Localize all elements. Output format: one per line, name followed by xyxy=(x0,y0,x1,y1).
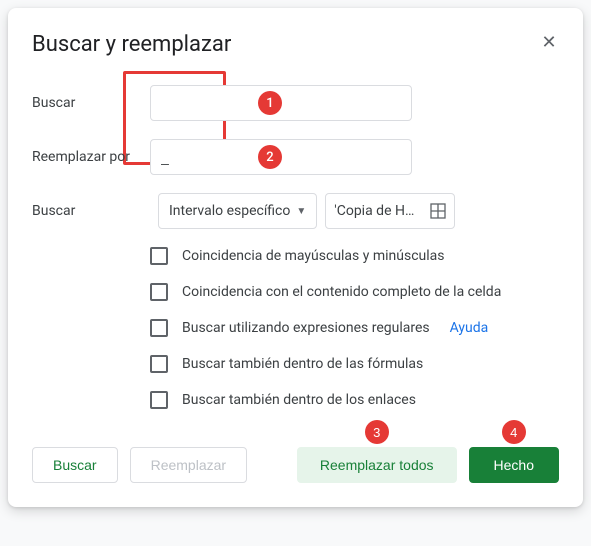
replace-button-label: Reemplazar xyxy=(151,457,226,473)
done-button-label: Hecho xyxy=(494,457,534,473)
label-match-entire: Coincidencia con el contenido completo d… xyxy=(182,284,501,300)
label-match-case: Coincidencia de mayúsculas y minúsculas xyxy=(182,248,445,264)
search-scope-label: Buscar xyxy=(32,203,150,219)
replace-button[interactable]: Reemplazar xyxy=(130,447,247,483)
scope-dropdown[interactable]: Intervalo específico ▼ xyxy=(158,193,317,229)
find-replace-dialog: Buscar y reemplazar ✕ Buscar 1 Reemplaza… xyxy=(8,8,583,507)
range-field[interactable]: 'Copia de Hoja 9 xyxy=(325,193,455,229)
checkbox-links[interactable] xyxy=(150,391,168,409)
label-regex: Buscar utilizando expresiones regulares xyxy=(182,320,430,336)
callout-4: 4 xyxy=(502,420,526,444)
label-formulas: Buscar también dentro de las fórmulas xyxy=(182,356,423,372)
done-button[interactable]: 4 Hecho xyxy=(469,447,559,483)
find-label: Buscar xyxy=(32,95,150,111)
callout-1: 1 xyxy=(258,91,282,115)
option-match-case: Coincidencia de mayúsculas y minúsculas xyxy=(150,247,559,265)
dialog-title: Buscar y reemplazar xyxy=(32,32,559,57)
checkbox-match-case[interactable] xyxy=(150,247,168,265)
replace-all-button-label: Reemplazar todos xyxy=(320,457,434,473)
checkbox-formulas[interactable] xyxy=(150,355,168,373)
checkbox-regex[interactable] xyxy=(150,319,168,337)
chevron-down-icon: ▼ xyxy=(296,206,306,217)
regex-help-link[interactable]: Ayuda xyxy=(450,320,489,336)
find-row: Buscar 1 xyxy=(32,85,559,121)
replace-label: Reemplazar por xyxy=(32,149,150,165)
range-value: 'Copia de Hoja 9 xyxy=(334,203,422,219)
grid-icon xyxy=(430,203,446,219)
close-icon: ✕ xyxy=(541,32,556,53)
replace-row: Reemplazar por 2 xyxy=(32,139,559,175)
option-links: Buscar también dentro de los enlaces xyxy=(150,391,559,409)
find-button-label: Buscar xyxy=(53,457,97,473)
callout-2: 2 xyxy=(258,145,282,169)
scope-dropdown-label: Intervalo específico xyxy=(169,203,290,219)
label-links: Buscar también dentro de los enlaces xyxy=(182,392,416,408)
checkbox-match-entire[interactable] xyxy=(150,283,168,301)
close-button[interactable]: ✕ xyxy=(533,26,565,58)
callout-3: 3 xyxy=(365,420,389,444)
dialog-footer: Buscar Reemplazar 3 Reemplazar todos 4 H… xyxy=(32,447,559,483)
replace-all-button[interactable]: 3 Reemplazar todos xyxy=(297,447,457,483)
option-regex: Buscar utilizando expresiones regulares … xyxy=(150,319,559,337)
option-match-entire: Coincidencia con el contenido completo d… xyxy=(150,283,559,301)
find-button[interactable]: Buscar xyxy=(32,447,118,483)
options-section: Coincidencia de mayúsculas y minúsculas … xyxy=(150,247,559,409)
search-scope-row: Buscar Intervalo específico ▼ 'Copia de … xyxy=(32,193,559,229)
option-formulas: Buscar también dentro de las fórmulas xyxy=(150,355,559,373)
